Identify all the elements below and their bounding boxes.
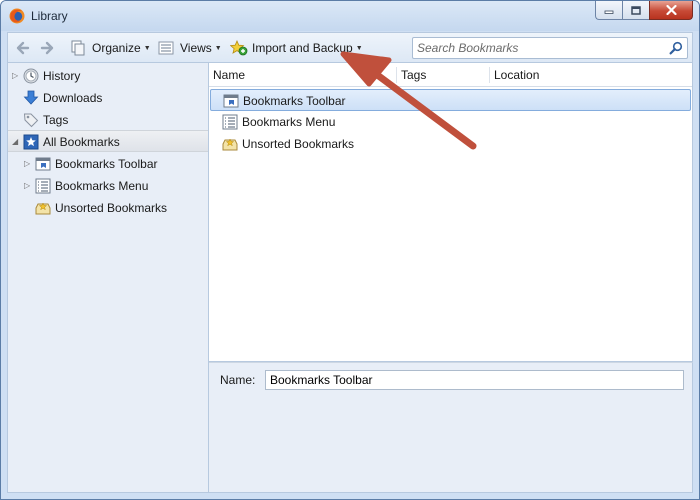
sidebar-item-history[interactable]: ▷ History [8,65,208,87]
sidebar-item-label: All Bookmarks [43,135,120,149]
column-header-label: Location [494,68,540,82]
chevron-down-icon: ▼ [355,44,363,52]
bookmark-details: Name: [209,362,693,493]
unsorted-bookmarks-icon [35,202,51,215]
window-controls [595,1,693,21]
download-arrow-icon [23,90,39,105]
minimize-button[interactable] [595,1,622,20]
organize-icon [71,40,85,56]
library-window: Library Organize ▼ Views ▼ Import and Ba… [0,0,700,500]
sidebar-item-label: History [43,69,81,83]
column-header-tags[interactable]: Tags [397,63,489,87]
list-item-label: Bookmarks Toolbar [243,94,346,108]
name-label: Name: [220,373,256,387]
maximize-button[interactable] [622,1,649,20]
sidebar-item-label: Downloads [43,91,103,105]
import-backup-label: Import and Backup [252,41,353,55]
bookmarks-menu-icon [222,114,238,130]
collapse-icon[interactable]: ◢ [12,137,20,147]
organize-button[interactable]: Organize ▼ [70,40,151,56]
all-bookmarks-star-icon [23,134,39,150]
sidebar-item-bookmarks-toolbar[interactable]: ▷ Bookmarks Toolbar [8,153,208,175]
sidebar-item-label: Unsorted Bookmarks [55,201,168,215]
list-item-label: Bookmarks Menu [242,115,336,129]
expand-icon[interactable]: ▷ [12,71,20,81]
chevron-down-icon: ▼ [214,44,222,52]
bookmarks-menu-icon [35,178,51,194]
expand-icon[interactable]: ▷ [24,181,32,191]
list-item[interactable]: Bookmarks Toolbar [210,89,691,111]
column-header-name[interactable]: Name [209,63,396,87]
firefox-icon [9,8,25,24]
back-button[interactable] [16,40,30,56]
bookmarks-toolbar-icon [223,94,239,108]
column-header-location[interactable]: Location [490,63,692,87]
sidebar-item-all-bookmarks[interactable]: ◢ All Bookmarks [8,130,208,152]
list-item[interactable]: Bookmarks Menu [209,111,692,133]
window-title: Library [31,9,68,23]
views-label: Views [180,41,212,55]
organize-label: Organize [92,41,141,55]
chevron-down-icon: ▼ [143,44,151,52]
search-box[interactable] [412,37,688,59]
forward-arrow-icon [40,41,54,55]
close-icon [665,5,677,15]
column-header-label: Tags [401,68,427,82]
list-item[interactable]: Unsorted Bookmarks [209,133,692,155]
search-icon[interactable] [669,41,683,55]
library-toolbar: Organize ▼ Views ▼ Import and Backup ▼ [7,32,693,62]
sidebar-item-downloads[interactable]: Downloads [8,87,208,109]
column-headers: Name Tags Location [209,63,692,87]
name-field[interactable] [265,370,684,390]
tag-icon [23,113,39,128]
sidebar-item-label: Bookmarks Toolbar [55,157,158,171]
close-button[interactable] [649,1,693,20]
views-icon [158,41,174,55]
bookmarks-toolbar-icon [35,157,51,171]
column-header-label: Name [213,68,246,82]
import-backup-button[interactable]: Import and Backup ▼ [230,40,363,56]
list-item-label: Unsorted Bookmarks [242,137,355,151]
maximize-icon [631,5,641,15]
expand-icon[interactable]: ▷ [24,159,32,169]
history-clock-icon [23,68,39,84]
search-input[interactable] [417,40,662,56]
sidebar-item-label: Tags [43,113,69,127]
sidebar-item-tags[interactable]: Tags [8,109,208,131]
title-bar[interactable]: Library [1,1,699,31]
sidebar-item-bookmarks-menu[interactable]: ▷ Bookmarks Menu [8,175,208,197]
minimize-icon [604,10,614,14]
views-button[interactable]: Views ▼ [158,40,222,56]
import-backup-star-icon [230,40,248,56]
back-arrow-icon [16,41,30,55]
sidebar-item-unsorted-bookmarks[interactable]: Unsorted Bookmarks [8,197,208,219]
places-tree: ▷ History Downloads Tags ◢ All Bookmarks… [7,62,209,493]
unsorted-bookmarks-icon [222,138,238,151]
sidebar-item-label: Bookmarks Menu [55,179,149,193]
bookmark-list: Name Tags Location Bookmarks Toolbar Boo… [209,62,693,362]
forward-button[interactable] [40,40,54,56]
